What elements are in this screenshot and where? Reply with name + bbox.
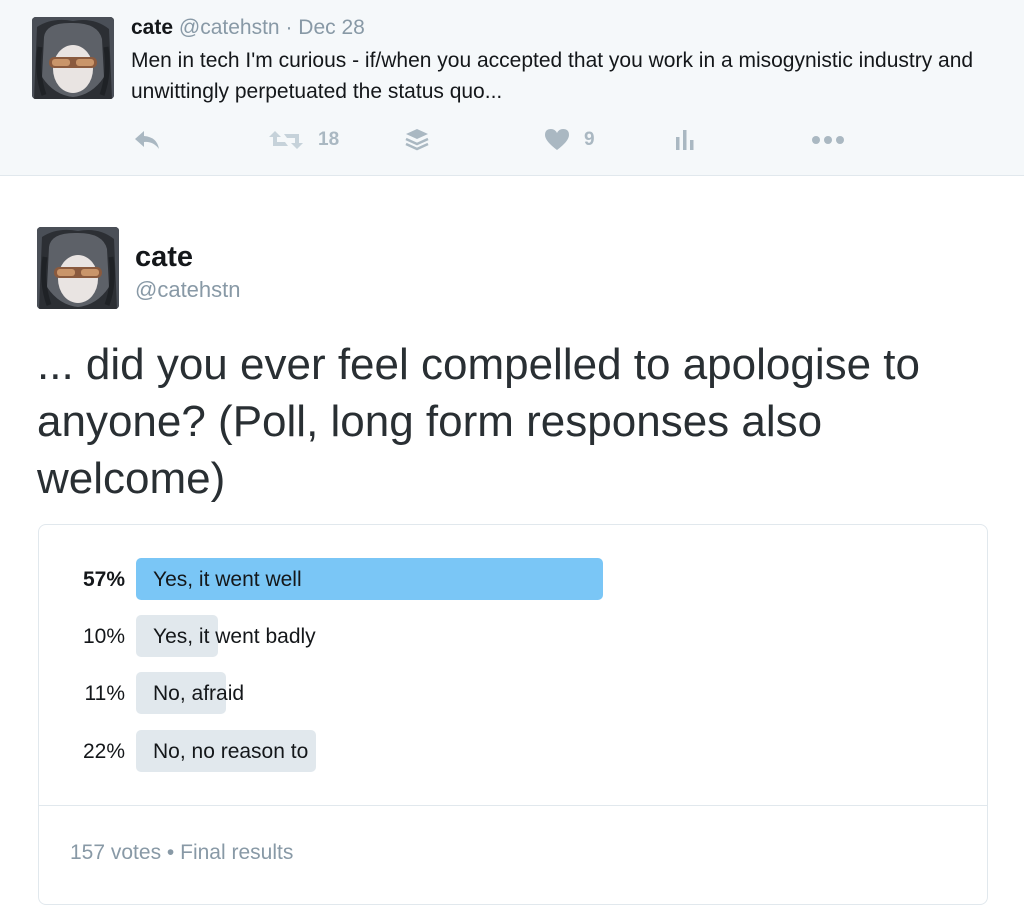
poll-card: 57% Yes, it went well 10% Yes, it went b… [38, 524, 988, 905]
more-dots-icon [812, 136, 844, 144]
retweet-count: 18 [318, 129, 340, 150]
separator: • [166, 841, 175, 864]
poll-divider [39, 805, 987, 806]
tweet-header: cate @catehstn · Dec 28 [131, 14, 365, 42]
avatar[interactable] [32, 17, 114, 99]
poll-choice-label: No, afraid [153, 682, 245, 705]
more-button[interactable] [810, 120, 846, 160]
author-handle[interactable]: @catehstn [135, 276, 241, 304]
tweet-text: ... did you ever feel compelled to apolo… [37, 340, 920, 503]
poll-percent: 22% [82, 740, 125, 763]
poll-choice: 57% Yes, it went well [39, 558, 987, 602]
poll-choice-label: No, no reason to [153, 740, 309, 763]
analytics-button[interactable] [673, 120, 697, 160]
reply-icon [135, 131, 159, 149]
author-handle[interactable]: @catehstn [179, 16, 280, 39]
poll-percent: 57% [82, 568, 125, 591]
retweet-icon [269, 131, 303, 149]
buffer-button[interactable] [404, 120, 430, 160]
reply-button[interactable] [133, 120, 161, 160]
poll-choice-label: Yes, it went well [153, 568, 302, 591]
avatar-image [37, 227, 119, 309]
tweet-actions: 18 9 [0, 120, 1024, 160]
separator: · [285, 16, 293, 39]
buffer-icon [405, 129, 429, 151]
poll-choice-label: Yes, it went badly [153, 625, 316, 648]
like-count: 9 [584, 129, 595, 150]
like-button[interactable]: 9 [544, 120, 595, 160]
parent-tweet[interactable]: cate @catehstn · Dec 28 Men in tech I'm … [0, 0, 1024, 176]
poll-choice: 11% No, afraid [39, 672, 987, 716]
analytics-icon [676, 130, 694, 150]
avatar-image [32, 17, 114, 99]
heart-icon [545, 129, 569, 150]
retweet-button[interactable]: 18 [268, 120, 339, 160]
tweet-text: Men in tech I'm curious - if/when you ac… [131, 49, 974, 103]
author-name[interactable]: cate [131, 16, 173, 39]
poll-choice: 10% Yes, it went badly [39, 615, 987, 659]
poll-vote-count: 157 votes [70, 841, 162, 864]
tweet-date[interactable]: Dec 28 [298, 16, 365, 39]
poll-footer: 157 votes • Final results [70, 839, 293, 867]
poll-choice: 22% No, no reason to [39, 730, 987, 774]
poll-percent: 11% [84, 682, 125, 705]
author-name[interactable]: cate [135, 240, 193, 274]
poll-percent: 10% [82, 625, 125, 648]
avatar[interactable] [37, 227, 119, 309]
poll-status: Final results [180, 841, 294, 864]
